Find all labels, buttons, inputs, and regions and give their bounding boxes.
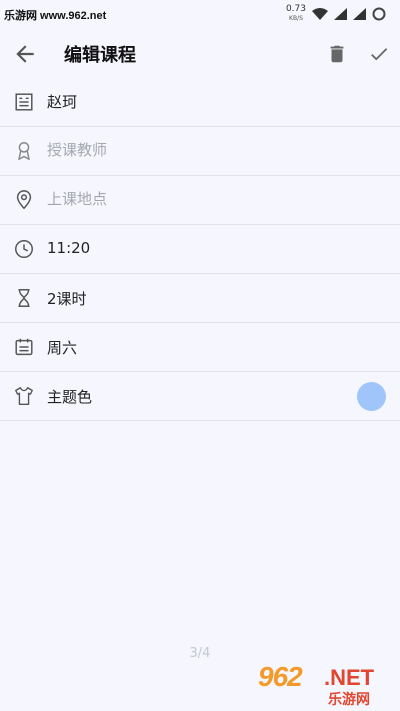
hourglass-icon	[18, 289, 30, 307]
speed-unit: KB/S	[289, 15, 303, 22]
watermark-text: 乐游网 www.962.net	[4, 10, 107, 22]
course-name-input[interactable]	[47, 92, 347, 110]
time-value: 11:20	[47, 239, 91, 257]
course-name-row[interactable]	[0, 78, 400, 127]
teacher-input[interactable]	[47, 141, 347, 159]
clock-icon	[15, 240, 33, 258]
duration-value: 2课时	[47, 290, 87, 308]
duration-row[interactable]: 2课时	[0, 274, 400, 323]
wifi-icon	[312, 8, 328, 20]
watermark-cn-text: 乐游网	[328, 692, 370, 708]
time-row[interactable]: 11:20	[0, 225, 400, 274]
check-icon[interactable]	[368, 43, 390, 65]
watermark-logo: 962 .NET 乐游网	[256, 661, 394, 708]
watermark-suffix: .NET	[324, 665, 375, 690]
location-row[interactable]	[0, 176, 400, 225]
teacher-row[interactable]	[0, 127, 400, 176]
trash-icon[interactable]	[326, 43, 348, 65]
weekday-row[interactable]: 周六	[0, 323, 400, 372]
location-pin-icon	[16, 190, 32, 210]
status-bar: 乐游网 www.962.net 0.73 KB/S	[0, 0, 400, 28]
shirt-icon	[15, 387, 33, 405]
app-bar: 编辑课程	[0, 28, 400, 80]
location-input[interactable]	[47, 190, 347, 208]
page-indicator: 3/4	[189, 646, 211, 661]
page-title: 编辑课程	[64, 45, 136, 65]
calendar-icon	[15, 338, 33, 356]
weekday-value: 周六	[47, 339, 78, 357]
signal-icon	[334, 8, 347, 20]
notebook-icon	[15, 93, 33, 111]
watermark-number: 962	[258, 661, 303, 692]
theme-color-row[interactable]: 主题色	[0, 372, 400, 421]
award-icon	[18, 142, 30, 160]
arrow-back-icon[interactable]	[12, 41, 38, 67]
theme-color-label: 主题色	[47, 388, 93, 406]
network-speed: 0.73 KB/S	[286, 5, 306, 23]
status-icons: 0.73 KB/S	[286, 5, 386, 23]
signal-icon	[353, 8, 366, 20]
battery-icon	[372, 7, 386, 21]
speed-value: 0.73	[285, 4, 306, 14]
theme-color-swatch[interactable]	[357, 382, 386, 411]
course-form: 11:20 2课时 周六 主题色	[0, 78, 400, 421]
